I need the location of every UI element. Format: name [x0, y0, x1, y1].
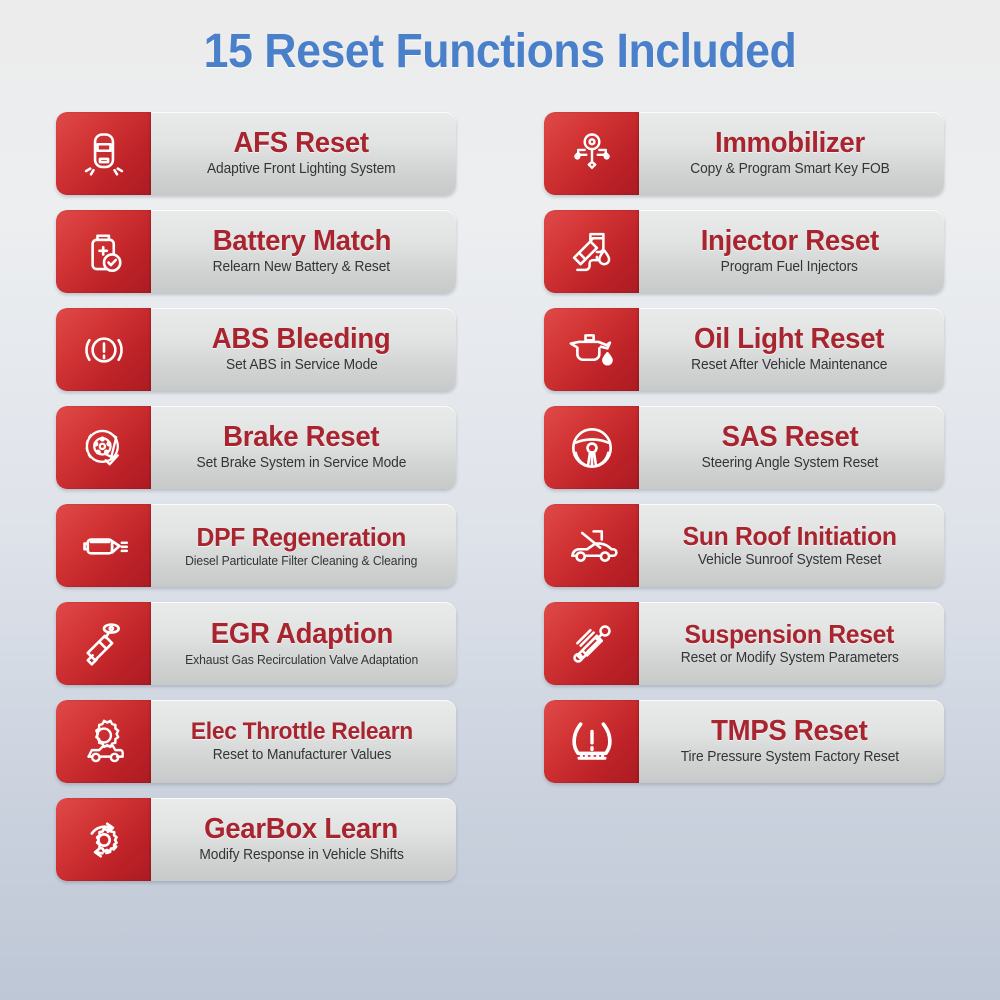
right-column: Immobilizer Copy & Program Smart Key FOB [544, 112, 944, 881]
card-subtitle: Copy & Program Smart Key FOB [689, 161, 890, 178]
function-card-columns: AFS Reset Adaptive Front Lighting System [0, 112, 1000, 881]
card-body: EGR Adaption Exhaust Gas Recirculation V… [151, 602, 456, 685]
function-card-dpf-regeneration[interactable]: DPF Regeneration Diesel Particulate Filt… [56, 504, 456, 587]
card-body: Injector Reset Program Fuel Injectors [639, 210, 944, 293]
card-body: DPF Regeneration Diesel Particulate Filt… [151, 504, 456, 587]
card-subtitle: Set ABS in Service Mode [225, 357, 378, 374]
exhaust-muffler-icon [56, 504, 151, 587]
card-body: GearBox Learn Modify Response in Vehicle… [151, 798, 456, 881]
card-body: Battery Match Relearn New Battery & Rese… [151, 210, 456, 293]
function-card-immobilizer[interactable]: Immobilizer Copy & Program Smart Key FOB [544, 112, 944, 195]
card-body: Brake Reset Set Brake System in Service … [151, 406, 456, 489]
card-title: ABS Bleeding [212, 323, 391, 356]
brake-disc-icon [56, 406, 151, 489]
function-card-sas-reset[interactable]: SAS Reset Steering Angle System Reset [544, 406, 944, 489]
card-subtitle: Reset After Vehicle Maintenance [691, 357, 888, 374]
function-card-oil-light-reset[interactable]: Oil Light Reset Reset After Vehicle Main… [544, 308, 944, 391]
card-subtitle: Steering Angle System Reset [701, 455, 878, 472]
car-gear-icon [56, 700, 151, 783]
car-sunroof-arrow-icon [544, 504, 639, 587]
shock-absorber-icon [544, 602, 639, 685]
card-title: TMPS Reset [711, 715, 868, 748]
egr-valve-icon [56, 602, 151, 685]
card-title: Brake Reset [223, 421, 380, 454]
function-card-suspension-reset[interactable]: Suspension Reset Reset or Modify System … [544, 602, 944, 685]
steering-wheel-icon [544, 406, 639, 489]
card-subtitle: Relearn New Battery & Reset [212, 259, 391, 276]
card-body: Elec Throttle Relearn Reset to Manufactu… [151, 700, 456, 783]
card-title: GearBox Learn [204, 813, 399, 846]
left-column: AFS Reset Adaptive Front Lighting System [56, 112, 456, 881]
card-subtitle: Reset or Modify System Parameters [680, 649, 899, 666]
function-card-gearbox-learn[interactable]: GearBox Learn Modify Response in Vehicle… [56, 798, 456, 881]
card-title: AFS Reset [233, 127, 370, 160]
function-card-abs-bleeding[interactable]: ABS Bleeding Set ABS in Service Mode [56, 308, 456, 391]
car-headlights-icon [56, 112, 151, 195]
card-title: Elec Throttle Relearn [190, 717, 413, 745]
card-title: DPF Regeneration [196, 521, 407, 552]
function-card-egr-adaption[interactable]: EGR Adaption Exhaust Gas Recirculation V… [56, 602, 456, 685]
gear-refresh-icon [56, 798, 151, 881]
card-subtitle: Exhaust Gas Recirculation Valve Adaptati… [185, 652, 418, 668]
function-card-injector-reset[interactable]: Injector Reset Program Fuel Injectors [544, 210, 944, 293]
card-title: EGR Adaption [210, 618, 393, 651]
function-card-elec-throttle-relearn[interactable]: Elec Throttle Relearn Reset to Manufactu… [56, 700, 456, 783]
function-card-brake-reset[interactable]: Brake Reset Set Brake System in Service … [56, 406, 456, 489]
card-title: Suspension Reset [684, 618, 895, 649]
card-subtitle: Adaptive Front Lighting System [207, 161, 396, 178]
card-subtitle: Reset to Manufacturer Values [212, 746, 391, 763]
brake-warning-icon [56, 308, 151, 391]
card-subtitle: Vehicle Sunroof System Reset [697, 551, 882, 568]
fuel-nozzle-icon [544, 210, 639, 293]
card-title: Oil Light Reset [694, 323, 885, 356]
card-subtitle: Modify Response in Vehicle Shifts [199, 847, 404, 864]
card-subtitle: Set Brake System in Service Mode [196, 455, 407, 472]
reset-functions-page: 15 Reset Functions Included AFS Reset Ad… [0, 0, 1000, 1000]
card-body: ABS Bleeding Set ABS in Service Mode [151, 308, 456, 391]
card-title: Sun Roof Initiation [682, 520, 897, 551]
card-body: SAS Reset Steering Angle System Reset [639, 406, 944, 489]
function-card-afs-reset[interactable]: AFS Reset Adaptive Front Lighting System [56, 112, 456, 195]
card-body: TMPS Reset Tire Pressure System Factory … [639, 700, 944, 783]
function-card-sun-roof-initiation[interactable]: Sun Roof Initiation Vehicle Sunroof Syst… [544, 504, 944, 587]
function-card-battery-match[interactable]: Battery Match Relearn New Battery & Rese… [56, 210, 456, 293]
card-subtitle: Tire Pressure System Factory Reset [680, 749, 899, 766]
function-card-tmps-reset[interactable]: TMPS Reset Tire Pressure System Factory … [544, 700, 944, 783]
card-body: AFS Reset Adaptive Front Lighting System [151, 112, 456, 195]
card-title: Immobilizer [714, 127, 865, 160]
card-title: SAS Reset [721, 421, 858, 454]
key-circuit-icon [544, 112, 639, 195]
oil-can-icon [544, 308, 639, 391]
card-body: Immobilizer Copy & Program Smart Key FOB [639, 112, 944, 195]
card-body: Sun Roof Initiation Vehicle Sunroof Syst… [639, 504, 944, 587]
tire-pressure-icon [544, 700, 639, 783]
card-title: Injector Reset [700, 225, 879, 258]
page-title: 15 Reset Functions Included [203, 25, 797, 78]
card-subtitle: Program Fuel Injectors [720, 259, 859, 276]
card-title: Battery Match [212, 225, 391, 258]
card-subtitle: Diesel Particulate Filter Cleaning & Cle… [185, 552, 418, 568]
battery-check-icon [56, 210, 151, 293]
card-body: Oil Light Reset Reset After Vehicle Main… [639, 308, 944, 391]
card-body: Suspension Reset Reset or Modify System … [639, 602, 944, 685]
